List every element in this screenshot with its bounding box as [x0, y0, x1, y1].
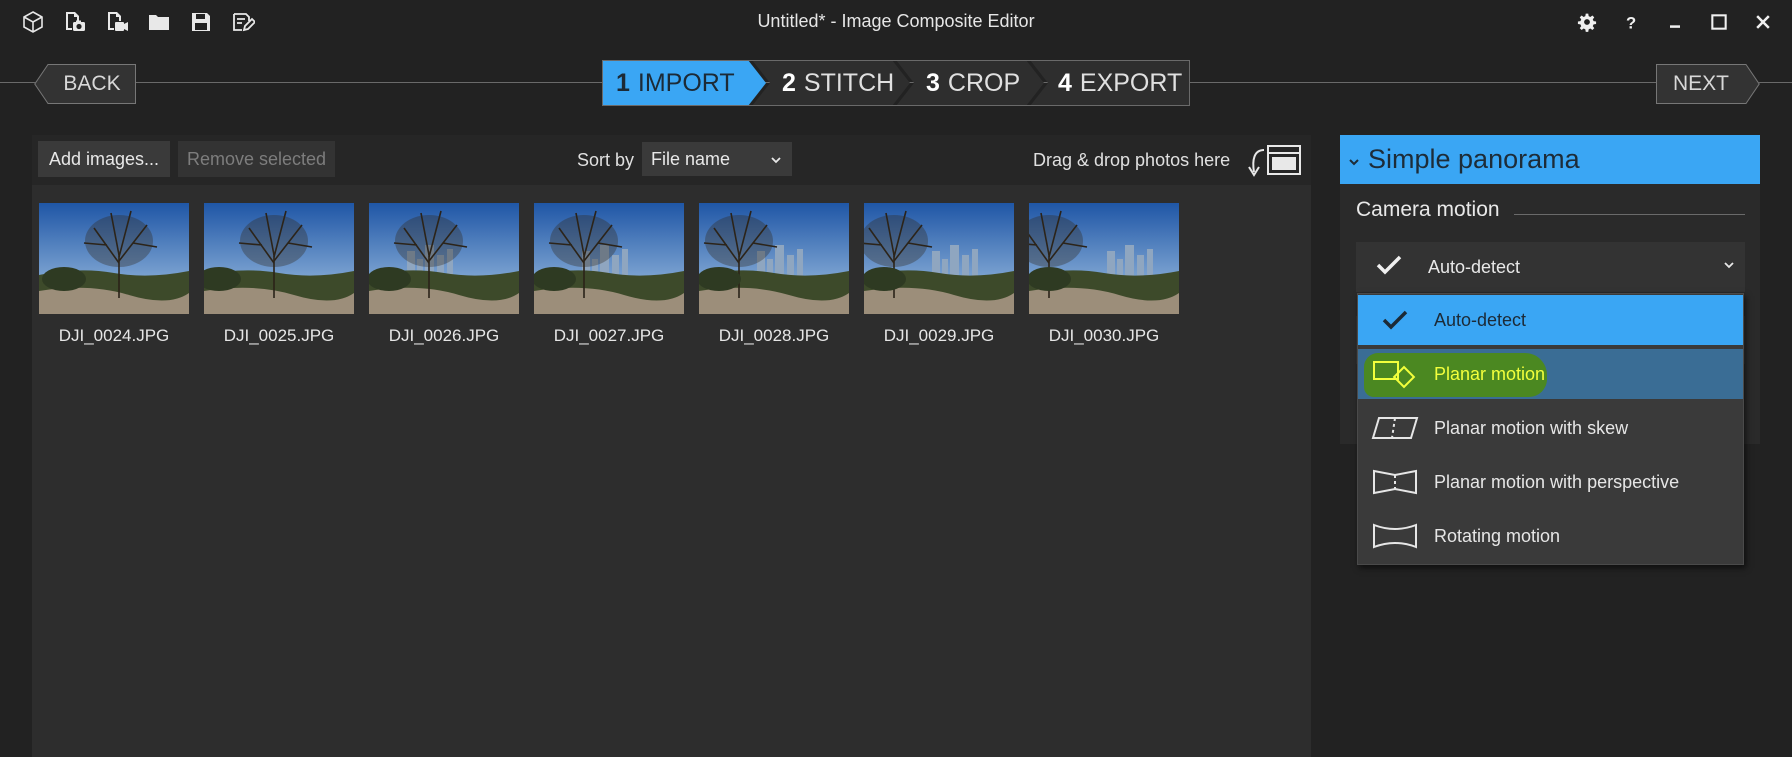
step-import-number: 1 — [616, 68, 630, 97]
option-planar-motion-skew[interactable]: Planar motion with skew — [1358, 403, 1743, 453]
thumbnail-item[interactable]: DJI_0024.JPG — [39, 203, 189, 346]
chevron-down-icon — [1348, 144, 1360, 175]
step-export-label: EXPORT — [1079, 68, 1183, 97]
sort-by-value: File name — [651, 148, 731, 169]
landscape-photo — [864, 203, 1014, 314]
next-button-label: NEXT — [1672, 72, 1729, 95]
chevron-down-icon — [1723, 258, 1735, 276]
landscape-photo — [39, 203, 189, 314]
step-export[interactable]: 4 EXPORT — [1030, 60, 1190, 106]
step-crop-label: CROP — [947, 68, 1021, 97]
camera-motion-label: Camera motion — [1356, 198, 1500, 221]
planar-skew-icon — [1370, 414, 1420, 442]
back-button-label: BACK — [63, 72, 121, 95]
thumbnail-filename: DJI_0025.JPG — [223, 326, 335, 345]
thumbnail-item[interactable]: DJI_0026.JPG — [369, 203, 519, 346]
next-button[interactable]: NEXT — [1656, 64, 1760, 104]
thumbnail-image — [204, 203, 354, 314]
thumbnail-image — [369, 203, 519, 314]
title-bar: Untitled* - Image Composite Editor ? — [0, 0, 1792, 44]
wizard-steps: 1 IMPORT 2 STITCH 3 CROP 4 EXPORT — [602, 60, 1190, 106]
help-icon[interactable]: ? — [1614, 8, 1648, 36]
checkmark-icon — [1370, 309, 1420, 331]
thumbnail-filename: DJI_0028.JPG — [718, 326, 830, 345]
drag-drop-label: Drag & drop photos here — [1033, 150, 1231, 170]
wizard-steps-bar: BACK 1 IMPORT 2 STITCH 3 CROP 4 EXPORT N… — [0, 58, 1792, 108]
svg-text:?: ? — [1626, 14, 1636, 32]
window-controls: ? — [1570, 8, 1780, 36]
image-thumbnails: DJI_0024.JPG DJI_0025.JPG DJI_0026.JPG D… — [39, 203, 1179, 346]
thumbnail-image — [699, 203, 849, 314]
landscape-photo — [204, 203, 354, 314]
add-images-button[interactable]: Add images... — [38, 141, 170, 177]
thumbnail-image — [864, 203, 1014, 314]
rotating-motion-icon — [1370, 522, 1420, 550]
step-import-label: IMPORT — [637, 68, 735, 97]
option-label: Rotating motion — [1434, 525, 1561, 546]
step-stitch-number: 2 — [782, 68, 796, 97]
option-planar-motion-perspective[interactable]: Planar motion with perspective — [1358, 457, 1743, 507]
import-toolbar: Add images... Remove selected Sort by Fi… — [32, 135, 1311, 185]
option-label: Planar motion with skew — [1434, 417, 1629, 438]
thumbnail-image — [1029, 203, 1179, 314]
step-stitch[interactable]: 2 STITCH — [752, 60, 910, 106]
option-label: Planar motion with perspective — [1434, 471, 1680, 492]
simple-panorama-title: Simple panorama — [1368, 144, 1580, 174]
sort-by-select[interactable]: File name — [642, 142, 792, 176]
thumbnail-item[interactable]: DJI_0029.JPG — [864, 203, 1014, 346]
step-import[interactable]: 1 IMPORT — [602, 60, 766, 106]
minimize-icon[interactable] — [1658, 8, 1692, 36]
checkmark-icon — [1376, 254, 1412, 281]
close-icon[interactable] — [1746, 8, 1780, 36]
thumbnail-image — [534, 203, 684, 314]
camera-motion-dropdown: Auto-detect Planar motion Planar motion … — [1357, 293, 1744, 565]
camera-motion-value: Auto-detect — [1428, 256, 1521, 277]
planar-perspective-icon — [1370, 468, 1420, 496]
section-divider — [1514, 214, 1745, 215]
thumbnail-item[interactable]: DJI_0027.JPG — [534, 203, 684, 346]
option-auto-detect[interactable]: Auto-detect — [1358, 295, 1743, 345]
camera-motion-select[interactable]: Auto-detect — [1356, 242, 1745, 292]
thumbnail-filename: DJI_0027.JPG — [553, 326, 665, 345]
chevron-down-icon — [770, 150, 782, 171]
thumbnail-filename: DJI_0026.JPG — [388, 326, 500, 345]
remove-selected-button[interactable]: Remove selected — [178, 141, 335, 177]
settings-icon[interactable] — [1570, 8, 1604, 36]
import-panel: Add images... Remove selected Sort by Fi… — [32, 135, 1311, 757]
option-rotating-motion[interactable]: Rotating motion — [1358, 511, 1743, 561]
landscape-photo — [699, 203, 849, 314]
landscape-photo — [369, 203, 519, 314]
thumbnail-image — [39, 203, 189, 314]
back-button[interactable]: BACK — [34, 64, 136, 104]
step-crop[interactable]: 3 CROP — [896, 60, 1044, 106]
option-label: Planar motion — [1434, 363, 1546, 384]
step-export-number: 4 — [1058, 68, 1072, 97]
option-label: Auto-detect — [1434, 309, 1527, 330]
simple-panorama-header[interactable]: Simple panorama — [1340, 135, 1760, 184]
window-title: Untitled* - Image Composite Editor — [757, 11, 1035, 31]
option-planar-motion[interactable]: Planar motion — [1358, 349, 1743, 399]
landscape-photo — [534, 203, 684, 314]
step-crop-number: 3 — [926, 68, 940, 97]
thumbnail-item[interactable]: DJI_0028.JPG — [699, 203, 849, 346]
landscape-photo — [1029, 203, 1179, 314]
thumbnail-item[interactable]: DJI_0030.JPG — [1029, 203, 1179, 346]
drag-drop-icon — [1244, 142, 1304, 180]
step-stitch-label: STITCH — [803, 68, 895, 97]
thumbnail-item[interactable]: DJI_0025.JPG — [204, 203, 354, 346]
thumbnail-filename: DJI_0029.JPG — [883, 326, 995, 345]
sort-by-label: Sort by — [577, 150, 635, 170]
maximize-icon[interactable] — [1702, 8, 1736, 36]
planar-motion-icon — [1370, 358, 1420, 390]
thumbnail-filename: DJI_0024.JPG — [58, 326, 170, 345]
thumbnail-filename: DJI_0030.JPG — [1048, 326, 1160, 345]
